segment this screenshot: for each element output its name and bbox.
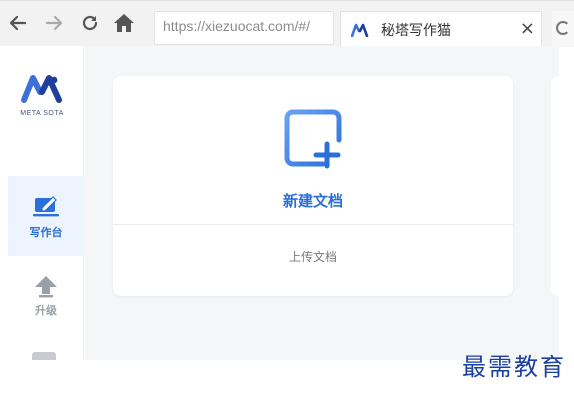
brand-logo[interactable]: META SOTA — [0, 74, 84, 117]
close-icon[interactable]: × — [520, 19, 535, 39]
upload-document-link[interactable]: 上传文档 — [113, 248, 513, 265]
new-document-title[interactable]: 新建文档 — [113, 190, 513, 211]
loading-icon — [556, 21, 570, 35]
forward-icon[interactable] — [42, 11, 66, 35]
next-tab[interactable] — [552, 11, 574, 47]
new-document-card[interactable]: 新建文档 上传文档 — [113, 76, 513, 296]
sidebar-item-label: 升级 — [35, 304, 57, 317]
new-document-icon[interactable] — [283, 108, 343, 174]
meta-sota-logo-icon — [21, 75, 62, 103]
address-bar[interactable]: https://xiezuocat.com/#/ — [154, 11, 334, 45]
more-icon[interactable] — [32, 352, 56, 360]
home-icon[interactable] — [112, 11, 136, 35]
reload-icon[interactable] — [78, 11, 102, 35]
watermark: 最需教育 — [462, 353, 566, 381]
tab-title: 秘塔写作猫 — [381, 22, 451, 39]
sidebar-item-upgrade[interactable]: 升级 — [8, 264, 84, 324]
browser-toolbar: https://xiezuocat.com/#/ 秘塔写作猫 × — [0, 0, 574, 47]
sidebar-item-workspace[interactable]: 写作台 — [8, 176, 84, 256]
notebook-pen-icon — [33, 196, 59, 217]
back-icon[interactable] — [6, 11, 30, 35]
card-divider — [113, 224, 513, 225]
brand-text: META SOTA — [20, 110, 64, 117]
upload-arrow-icon — [35, 276, 57, 298]
main-content: 新建文档 上传文档 — [85, 46, 571, 360]
meta-sota-logo-icon — [351, 23, 369, 37]
next-card[interactable] — [551, 76, 571, 296]
browser-tab[interactable]: 秘塔写作猫 × — [340, 11, 542, 47]
sidebar: META SOTA 写作台 升级 — [0, 46, 84, 360]
sidebar-item-label: 写作台 — [29, 226, 63, 239]
